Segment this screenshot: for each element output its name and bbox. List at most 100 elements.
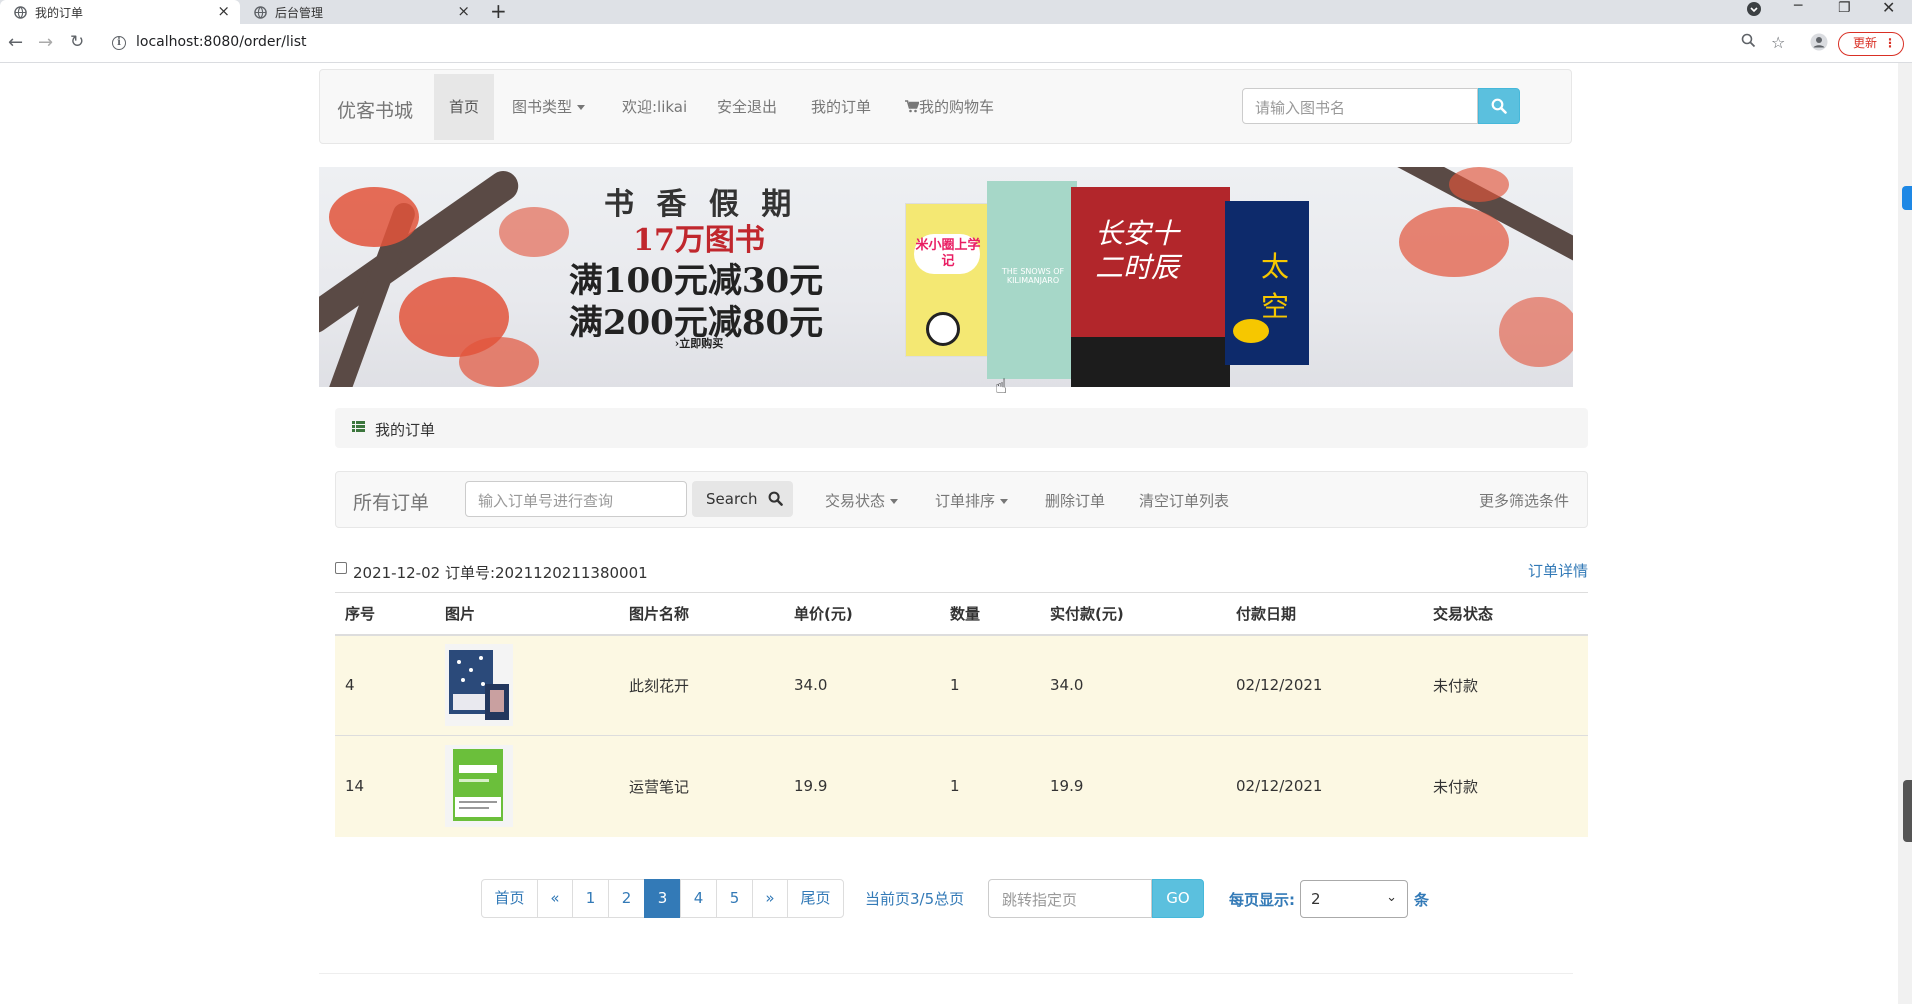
order-checkbox[interactable] xyxy=(335,562,347,574)
breadcrumb: 我的订单 xyxy=(335,408,1588,448)
book-title-2: THE SNOWS OF KILIMANJARO xyxy=(1001,267,1065,285)
account-icon[interactable] xyxy=(1810,33,1828,55)
promo-banner[interactable]: 书 香 假 期 17万图书 满100元减30元 满200元减80元 ›立即购买 … xyxy=(319,167,1573,387)
cell-index: 14 xyxy=(335,735,435,837)
forward-icon[interactable]: → xyxy=(38,32,53,53)
zoom-icon[interactable] xyxy=(1741,33,1756,52)
col-date: 付款日期 xyxy=(1226,592,1423,636)
trade-status-dropdown[interactable]: 交易状态 xyxy=(825,490,899,511)
brand-logo[interactable]: 优客书城 xyxy=(337,96,413,123)
book-cover-1[interactable]: 米小圈上学记 xyxy=(905,203,989,357)
cell-date: 02/12/2021 xyxy=(1226,735,1423,837)
order-meta: 2021-12-02 订单号:2021120211380001 xyxy=(353,564,648,582)
blossom-decoration xyxy=(1449,167,1509,202)
col-price: 单价(元) xyxy=(784,592,940,636)
cell-image xyxy=(435,735,619,837)
book-title-3: 长安十二时辰 xyxy=(1095,217,1180,284)
update-button[interactable]: 更新 ⋮ xyxy=(1838,32,1904,56)
close-icon[interactable]: × xyxy=(217,2,230,20)
order-search-button[interactable]: Search xyxy=(692,481,793,517)
order-detail-link[interactable]: 订单详情 xyxy=(1528,560,1588,581)
col-index: 序号 xyxy=(335,592,435,636)
site-info-icon[interactable]: i xyxy=(112,36,126,50)
cell-price: 19.9 xyxy=(784,735,940,837)
per-page-value: 2 xyxy=(1311,890,1321,908)
order-sort-label: 订单排序 xyxy=(935,492,996,510)
trade-status-label: 交易状态 xyxy=(825,492,886,510)
order-sort-dropdown[interactable]: 订单排序 xyxy=(935,490,1009,511)
book-thumbnail[interactable] xyxy=(445,745,513,828)
go-button[interactable]: GO xyxy=(1152,879,1204,918)
close-window-icon[interactable]: ✕ xyxy=(1882,0,1895,17)
page-next[interactable]: » xyxy=(752,879,788,918)
nav-logout[interactable]: 安全退出 xyxy=(717,74,777,140)
reload-icon[interactable]: ↻ xyxy=(70,32,84,52)
profile-menu-icon[interactable] xyxy=(1746,1,1762,21)
order-items-table: 序号 图片 图片名称 单价(元) 数量 实付款(元) 付款日期 交易状态 4 此… xyxy=(335,592,1588,837)
nav-welcome-user[interactable]: 欢迎:likai xyxy=(622,74,687,140)
banner-cta[interactable]: ›立即购买 xyxy=(649,335,749,351)
globe-icon xyxy=(254,5,267,19)
nav-my-orders[interactable]: 我的订单 xyxy=(811,74,871,140)
nav-book-types[interactable]: 图书类型 xyxy=(512,74,586,140)
new-tab-button[interactable]: + xyxy=(490,0,507,23)
close-icon[interactable]: × xyxy=(457,2,470,20)
restore-icon[interactable]: ❐ xyxy=(1838,0,1851,16)
page-1[interactable]: 1 xyxy=(572,879,609,918)
url-field[interactable]: localhost:8080/order/list xyxy=(136,34,307,50)
clear-order-list-link[interactable]: 清空订单列表 xyxy=(1139,490,1229,511)
book-search-button[interactable] xyxy=(1478,88,1520,124)
delete-order-link[interactable]: 删除订单 xyxy=(1045,490,1105,511)
book-thumbnail[interactable] xyxy=(445,644,513,727)
nav-cart-label: 我的购物车 xyxy=(919,98,995,116)
caret-down-icon xyxy=(1000,499,1009,504)
page-prev[interactable]: « xyxy=(537,879,573,918)
blossom-decoration xyxy=(1499,297,1573,367)
search-icon xyxy=(768,491,784,506)
order-filter-bar: 所有订单 输入订单号进行查询 Search 交易状态 订单排序 删除订单 清空订… xyxy=(335,471,1588,528)
browser-tab-title: 后台管理 xyxy=(275,5,324,20)
blossom-decoration xyxy=(1399,207,1509,277)
per-page-label: 每页显示: xyxy=(1229,891,1295,909)
update-label: 更新 xyxy=(1853,36,1878,50)
page-info: 当前页3/5总页 xyxy=(865,890,965,908)
order-number-search-input[interactable]: 输入订单号进行查询 xyxy=(465,481,687,517)
book-cover-4[interactable]: 太空 xyxy=(1225,201,1309,365)
side-widget-handle[interactable] xyxy=(1903,780,1912,842)
cell-name: 此刻花开 xyxy=(619,634,784,736)
page-last[interactable]: 尾页 xyxy=(787,879,844,918)
side-widget-tab[interactable] xyxy=(1902,186,1912,210)
col-image: 图片 xyxy=(435,592,619,636)
jump-page-input[interactable]: 跳转指定页 xyxy=(988,879,1152,918)
blossom-decoration xyxy=(499,207,569,257)
more-filters-link[interactable]: 更多筛选条件 xyxy=(1479,490,1569,511)
book-cover-3[interactable]: 长安十二时辰 xyxy=(1071,187,1230,387)
col-name: 图片名称 xyxy=(619,592,784,636)
page-4[interactable]: 4 xyxy=(680,879,717,918)
page-2[interactable]: 2 xyxy=(608,879,645,918)
nav-book-types-label: 图书类型 xyxy=(512,98,573,116)
nav-cart[interactable]: 我的购物车 xyxy=(905,74,994,140)
browser-tab-title: 我的订单 xyxy=(35,5,84,20)
browser-tab-orders[interactable]: 我的订单 × xyxy=(0,0,240,24)
col-qty: 数量 xyxy=(940,592,1040,636)
per-page-select[interactable]: 2 ⌄ xyxy=(1300,880,1408,918)
book-title-1: 米小圈上学记 xyxy=(915,238,981,269)
page-5[interactable]: 5 xyxy=(716,879,753,918)
bookmark-star-icon[interactable]: ☆ xyxy=(1771,33,1785,52)
cell-index: 4 xyxy=(335,634,435,736)
page-3-current[interactable]: 3 xyxy=(644,879,681,918)
book-search-input[interactable]: 请输入图书名 xyxy=(1242,88,1478,124)
nav-home[interactable]: 首页 xyxy=(434,74,495,140)
cell-name: 运营笔记 xyxy=(619,735,784,837)
page-first[interactable]: 首页 xyxy=(481,879,538,918)
minimize-icon[interactable]: ─ xyxy=(1794,0,1802,14)
back-icon[interactable]: ← xyxy=(8,32,23,53)
book-cover-2[interactable]: THE SNOWS OF KILIMANJARO xyxy=(987,181,1077,379)
footer-divider xyxy=(319,973,1573,974)
browser-tab-admin[interactable]: 后台管理 × xyxy=(240,0,480,24)
cell-paid: 34.0 xyxy=(1040,634,1226,736)
pointer-cursor-icon: ☝ xyxy=(995,374,1008,398)
globe-icon xyxy=(14,5,27,19)
order-header: 2021-12-02 订单号:2021120211380001 订单详情 xyxy=(335,559,1588,585)
